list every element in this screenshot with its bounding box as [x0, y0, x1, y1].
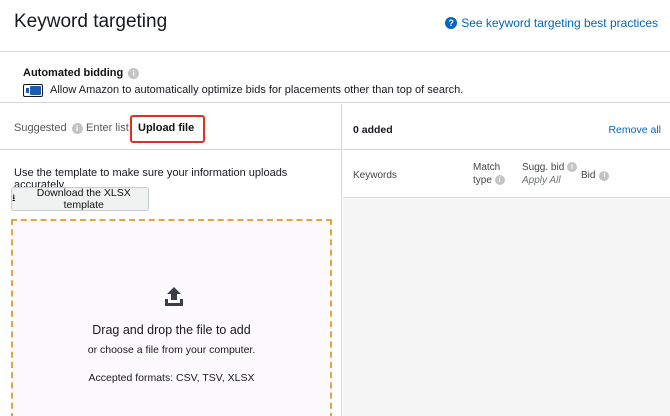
info-icon[interactable]: i — [494, 175, 505, 186]
tab-suggested[interactable]: Suggested i — [14, 122, 83, 134]
page-header: Keyword targeting ? See keyword targetin… — [0, 0, 670, 52]
column-bid-label: Bid — [581, 170, 596, 181]
dropzone-choose-file[interactable]: or choose a file from your computer. — [13, 344, 330, 356]
info-icon[interactable]: i — [71, 122, 83, 134]
added-keywords-panel: 0 added Remove all Keywords Match type i… — [343, 104, 670, 416]
tab-enter-list-label: Enter list — [86, 122, 129, 134]
automated-bidding-toggle[interactable] — [23, 84, 43, 97]
toggle-knob — [30, 86, 41, 95]
accepted-formats: Accepted formats: CSV, TSV, XLSX — [88, 372, 255, 384]
automated-bidding-section: Automated bidding i Allow Amazon to auto… — [0, 53, 670, 103]
column-bid: Bid i — [581, 169, 610, 182]
best-practices-link-label: See keyword targeting best practices — [461, 16, 658, 30]
column-suggested-bid-line1: Sugg. bid i — [522, 161, 578, 174]
remove-all-link[interactable]: Remove all — [608, 124, 661, 136]
added-keywords-table-body — [343, 199, 670, 416]
automated-bidding-label: Automated bidding — [23, 67, 124, 79]
column-match-type-line2: type i — [473, 174, 505, 187]
page-title: Keyword targeting — [14, 11, 168, 32]
info-icon[interactable]: i — [599, 170, 610, 181]
apply-all-link[interactable]: Apply All — [522, 174, 577, 187]
column-suggested-bid-label: Sugg. bid — [522, 162, 565, 173]
column-suggested-bid: Sugg. bid i Apply All — [522, 161, 578, 187]
column-match-type-line1: Match — [473, 162, 501, 173]
upload-tab-highlight — [130, 115, 205, 143]
added-keywords-table-header: Keywords Match type i Sugg. bid i Apply … — [343, 151, 670, 198]
download-template-button[interactable]: ⭳ Download the XLSX template — [11, 187, 149, 211]
best-practices-link[interactable]: ? See keyword targeting best practices — [445, 16, 658, 30]
added-keywords-header: 0 added Remove all — [343, 104, 670, 150]
info-icon[interactable]: i — [128, 67, 140, 79]
help-icon: ? — [445, 17, 458, 29]
added-count: 0 added — [353, 124, 393, 136]
upload-icon — [165, 287, 183, 306]
automated-bidding-description: Allow Amazon to automatically optimize b… — [50, 84, 464, 96]
download-template-label: Download the XLSX template — [36, 187, 131, 211]
file-dropzone[interactable]: Drag and drop the file to add or choose … — [11, 219, 332, 416]
column-match-type: Match type i — [473, 161, 505, 187]
keyword-source-panel: Suggested i Enter list Upload file Use t… — [0, 104, 342, 416]
tab-suggested-label: Suggested — [14, 122, 67, 134]
info-icon[interactable]: i — [567, 162, 578, 173]
dropzone-title: Drag and drop the file to add — [92, 323, 251, 337]
column-keywords: Keywords — [353, 170, 397, 181]
automated-bidding-title: Automated bidding i — [23, 67, 140, 79]
column-match-type-label: type — [473, 175, 492, 186]
keyword-source-tabs: Suggested i Enter list Upload file — [0, 104, 342, 150]
tab-enter-list[interactable]: Enter list — [86, 122, 129, 134]
download-icon: ⭳ — [12, 192, 16, 204]
toggle-track-mark — [26, 88, 29, 93]
